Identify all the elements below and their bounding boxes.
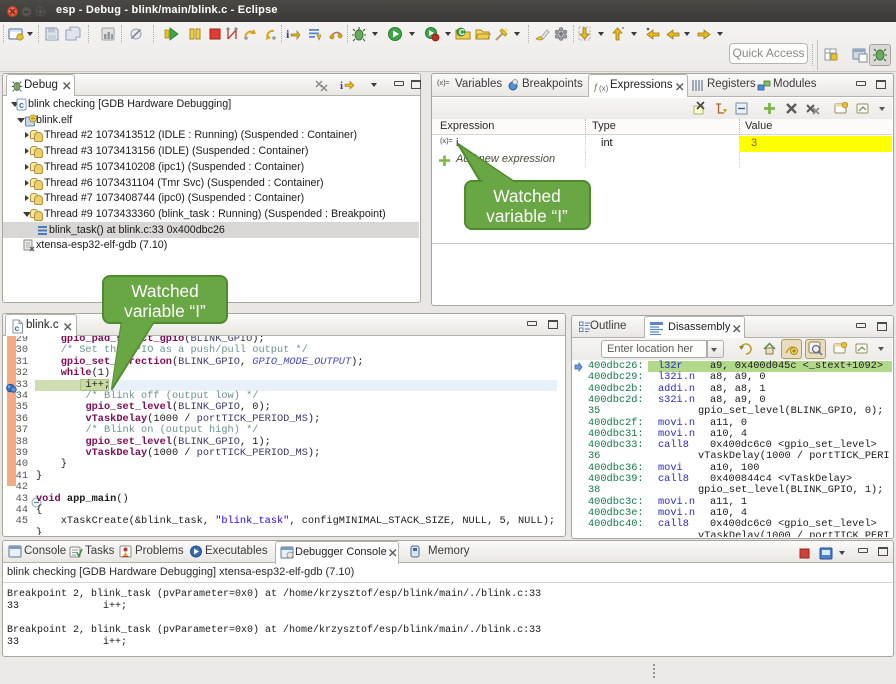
svg-text:ƒ: ƒ xyxy=(593,82,598,92)
svg-text:c: c xyxy=(15,323,20,333)
svg-text:Watched: Watched xyxy=(131,281,199,301)
svg-text:Watched: Watched xyxy=(493,186,561,206)
svg-text:i: i xyxy=(286,27,290,41)
svg-text:c: c xyxy=(19,100,24,110)
svg-text:(x): (x) xyxy=(599,84,608,93)
svg-text:variable “I”: variable “I” xyxy=(486,206,568,226)
svg-text:i: i xyxy=(340,80,343,92)
svg-text:variable “I”: variable “I” xyxy=(124,301,206,321)
svg-text:C: C xyxy=(459,28,465,37)
